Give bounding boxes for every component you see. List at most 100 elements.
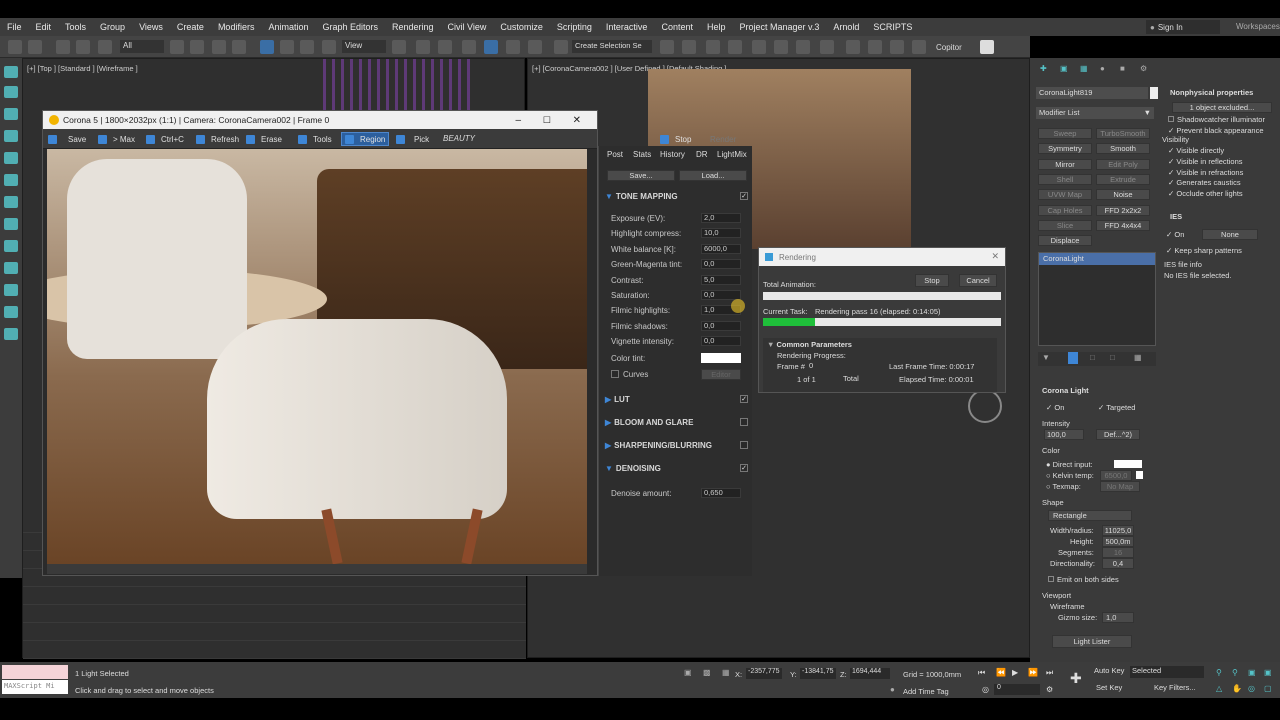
auto-key-button[interactable]: Auto Key [1094, 666, 1126, 678]
copy-button[interactable]: Ctrl+C [143, 132, 187, 146]
bloom-header[interactable]: ▶ BLOOM AND GLARE [605, 418, 693, 427]
tab-lightmix[interactable]: LightMix [717, 150, 747, 159]
kelvin-radio[interactable]: ○ Kelvin temp: [1046, 471, 1094, 480]
rendering-close-button[interactable]: ✕ [991, 251, 999, 262]
mirror-icon[interactable] [660, 40, 674, 54]
menu-help[interactable]: Help [700, 22, 733, 32]
menu-scripts[interactable]: SCRIPTS [866, 22, 919, 32]
redo-icon[interactable] [28, 40, 42, 54]
zoom-all-icon[interactable]: ⚲ [1232, 668, 1238, 677]
edit-named-sets-icon[interactable] [554, 40, 568, 54]
key-mode-icon[interactable]: ✚ [1070, 670, 1082, 687]
directionality-field[interactable]: 0,4 [1102, 558, 1134, 569]
cursor-icon[interactable] [980, 40, 994, 54]
excluded-button[interactable]: 1 object excluded... [1172, 102, 1272, 113]
zoom-icon[interactable]: ⚲ [1216, 668, 1222, 677]
utilities-tab-icon[interactable]: ⚙ [1140, 64, 1147, 73]
tab-history[interactable]: History [660, 150, 685, 159]
menu-views[interactable]: Views [132, 22, 170, 32]
hierarchy-tab-icon[interactable]: ▦ [1080, 64, 1088, 73]
x-coord-field[interactable]: -2357,775 [746, 668, 782, 679]
tools-button[interactable]: Tools [295, 132, 335, 146]
save-button[interactable]: Save [45, 132, 89, 146]
visibility-checkbox[interactable]: ✓ Visible in refractions [1168, 168, 1243, 177]
lut-header[interactable]: ▶ LUT [605, 395, 630, 404]
tool-icon-5[interactable] [4, 152, 18, 164]
to-max-button[interactable]: > Max [95, 132, 138, 146]
render-setup-icon[interactable] [846, 40, 860, 54]
menu-rendering[interactable]: Rendering [385, 22, 441, 32]
menu-file[interactable]: File [0, 22, 29, 32]
z-coord-field[interactable]: 1694,444 [850, 668, 890, 679]
light-lister-button[interactable]: Light Lister [1052, 635, 1132, 648]
pan-icon[interactable]: ✋ [1232, 684, 1242, 693]
object-color-swatch[interactable] [1150, 87, 1158, 99]
bind-icon[interactable] [98, 40, 112, 54]
lut-checkbox[interactable]: ✓ [740, 395, 748, 403]
rendered-frame-icon[interactable] [868, 40, 882, 54]
menu-content[interactable]: Content [654, 22, 700, 32]
menu-tools[interactable]: Tools [58, 22, 93, 32]
modifier-button[interactable]: Symmetry [1038, 143, 1092, 155]
gizmo-field[interactable]: 1,0 [1102, 612, 1134, 623]
stop-render-button[interactable]: Stop [657, 132, 694, 146]
fov-icon[interactable]: △ [1216, 684, 1222, 693]
remove-modifier-icon[interactable]: □ [1110, 353, 1115, 362]
material-editor-icon[interactable] [820, 40, 834, 54]
add-time-tag[interactable]: Add Time Tag [903, 687, 949, 696]
maximize-button[interactable]: ☐ [543, 115, 551, 126]
toggle-ribbon-icon[interactable] [752, 40, 766, 54]
pin-icon[interactable]: ▼ [1042, 353, 1050, 362]
move-icon[interactable] [260, 40, 274, 54]
tool-icon-12[interactable] [4, 306, 18, 318]
param-field[interactable]: 5,0 [701, 274, 741, 285]
modifier-button[interactable]: Sweep [1038, 128, 1092, 139]
light-color-swatch[interactable] [1114, 460, 1142, 468]
modifier-button[interactable]: Displace [1038, 235, 1092, 247]
play-icon[interactable]: ▶ [1012, 668, 1018, 677]
named-selection-dropdown[interactable]: Create Selection Se [572, 40, 652, 53]
menu-civil-view[interactable]: Civil View [441, 22, 494, 32]
show-end-result-icon[interactable] [1068, 352, 1078, 364]
bloom-checkbox[interactable] [740, 418, 748, 426]
maxscript-listener[interactable] [2, 665, 68, 679]
modifier-button[interactable]: FFD 2x2x2 [1096, 204, 1150, 216]
tool-icon-6[interactable] [4, 174, 18, 186]
isolate-icon[interactable]: ▣ [684, 668, 692, 677]
shadowcatcher-checkbox[interactable]: Shadowcatcher illuminator [1168, 115, 1265, 124]
texmap-button[interactable]: No Map [1100, 481, 1140, 492]
add-time-tag-icon[interactable]: ● [890, 685, 895, 694]
set-key-button[interactable]: Set Key [1096, 683, 1126, 695]
select-icon[interactable] [170, 40, 184, 54]
undo-icon[interactable] [8, 40, 22, 54]
height-field[interactable]: 500,0m [1102, 536, 1134, 547]
denoising-header[interactable]: ▼ DENOISING [605, 464, 661, 473]
tone-mapping-header[interactable]: ▼ TONE MAPPING [605, 192, 678, 201]
zoom-extents-all-icon[interactable]: ▣ [1264, 668, 1272, 677]
render-button[interactable]: Render [707, 132, 739, 146]
param-field[interactable]: 10,0 [701, 228, 741, 239]
selection-filter-dropdown[interactable]: All [120, 40, 164, 53]
pick-button[interactable]: Pick [393, 132, 432, 146]
param-field[interactable]: 2,0 [701, 213, 741, 223]
modifier-button[interactable]: Cap Holes [1038, 204, 1092, 216]
key-selection-dropdown[interactable]: Selected [1130, 666, 1204, 678]
common-params-header[interactable]: ▼ Common Parameters [767, 340, 852, 349]
tool-icon-2[interactable] [4, 86, 18, 98]
keep-sharp-checkbox[interactable]: ✓ Keep sharp patterns [1166, 246, 1242, 255]
tool-icon-13[interactable] [4, 328, 18, 340]
visibility-checkbox[interactable]: ✓ Visible directly [1168, 146, 1224, 155]
select-by-name-icon[interactable] [190, 40, 204, 54]
menu-arnold[interactable]: Arnold [826, 22, 866, 32]
layer-explorer-icon[interactable] [728, 40, 742, 54]
refresh-button[interactable]: Refresh [193, 132, 242, 146]
region-button[interactable]: Region [341, 132, 390, 146]
current-frame-field[interactable]: 0 [994, 684, 1040, 695]
percent-snap-icon[interactable] [506, 40, 520, 54]
modify-tab-icon[interactable]: ▣ [1060, 64, 1068, 73]
shape-dropdown[interactable]: Rectangle [1048, 510, 1132, 521]
region-select-icon[interactable] [212, 40, 226, 54]
sharpening-checkbox[interactable] [740, 441, 748, 449]
place-icon[interactable] [322, 40, 336, 54]
denoise-amount-field[interactable]: 0,650 [701, 488, 741, 498]
